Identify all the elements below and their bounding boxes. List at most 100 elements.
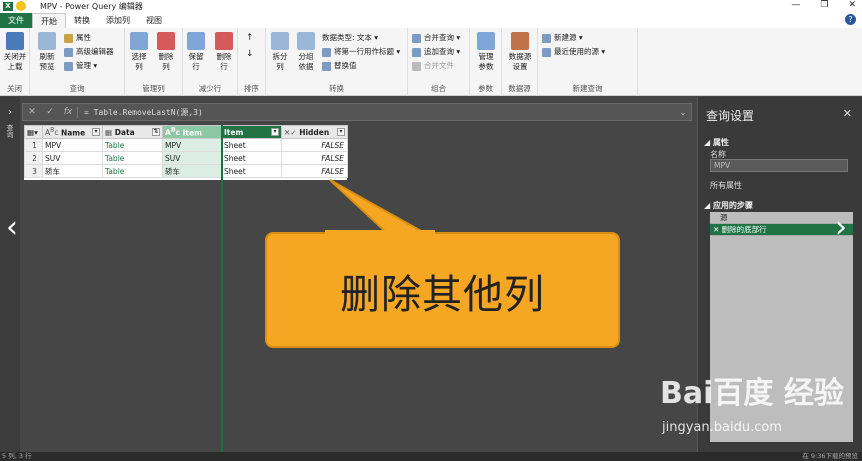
applied-steps-section[interactable]: ◢ 应用的步骤 xyxy=(704,200,753,211)
close-and-load-button[interactable]: 关闭并 上载 xyxy=(0,32,30,72)
cell-name[interactable]: MPV xyxy=(42,138,103,152)
cell-kind[interactable]: Sheet xyxy=(221,164,282,178)
close-pane-icon[interactable]: ✕ xyxy=(843,107,852,120)
cancel-formula-button[interactable]: ✕ xyxy=(23,107,41,117)
minimize-button[interactable]: — xyxy=(791,0,800,10)
use-first-row-button[interactable]: 将第一行用作标题 ▾ xyxy=(322,46,400,58)
group-label-transform: 转换 xyxy=(329,84,344,93)
restore-button[interactable]: ❐ xyxy=(820,0,828,10)
close-button[interactable]: ✕ xyxy=(848,0,856,10)
tab-transform[interactable]: 转换 xyxy=(66,13,98,28)
choose-columns-button[interactable]: 选择 列 xyxy=(124,32,154,72)
sort-ascending-icon[interactable]: ↑ xyxy=(246,32,254,44)
sort-descending-icon[interactable]: ↓ xyxy=(246,48,254,60)
recent-sources-button[interactable]: 最近使用的源 ▾ xyxy=(542,46,605,58)
expand-column-icon[interactable]: ⇅ xyxy=(152,128,160,136)
expand-arrow-icon[interactable]: › xyxy=(0,107,20,118)
table-row[interactable]: 2 SUV Table SUV Sheet FALSE xyxy=(24,151,348,165)
formula-input[interactable]: = Table.RemoveLastN(源,3) xyxy=(77,106,675,118)
smiley-icon[interactable] xyxy=(16,1,26,11)
merge-icon xyxy=(412,33,421,43)
group-label-params: 参数 xyxy=(478,84,493,93)
tab-add-column[interactable]: 添加列 xyxy=(98,13,138,28)
cell-kind[interactable]: Sheet xyxy=(221,151,282,165)
remove-columns-icon xyxy=(157,32,175,50)
table-row[interactable]: 1 MPV Table MPV Sheet FALSE xyxy=(24,138,348,152)
filter-dropdown-icon[interactable]: ▾ xyxy=(271,128,279,136)
cell-name[interactable]: SUV xyxy=(42,151,103,165)
advanced-editor-icon xyxy=(64,47,73,57)
row-number[interactable]: 1 xyxy=(24,138,43,152)
step-label: 删除的底部行 xyxy=(721,225,767,234)
confirm-formula-button[interactable]: ✓ xyxy=(41,107,59,117)
append-queries-button[interactable]: 追加查询 ▾ xyxy=(412,46,460,58)
datasource-settings-button[interactable]: 数据源 设置 xyxy=(505,32,535,72)
column-header-hidden[interactable]: ✕✓ Hidden ▾ xyxy=(281,125,348,139)
delete-step-icon[interactable]: ✕ xyxy=(713,225,722,234)
callout-tail-joint xyxy=(325,230,435,240)
cell-data-table-link[interactable]: Table xyxy=(102,164,163,178)
keep-rows-button[interactable]: 保留 行 xyxy=(181,32,211,72)
manage-params-button[interactable]: 管理 参数 xyxy=(471,32,501,72)
group-close: 关闭并 上载 关闭 xyxy=(0,28,30,96)
remove-columns-button[interactable]: 删除 列 xyxy=(151,32,181,72)
refresh-icon xyxy=(38,32,56,50)
row-number[interactable]: 2 xyxy=(24,151,43,165)
replace-values-button[interactable]: 替换值 xyxy=(322,60,357,72)
fx-icon[interactable]: fx xyxy=(59,107,77,117)
group-combine: 合并查询 ▾ 追加查询 ▾ 合并文件 组合 xyxy=(408,28,470,96)
query-name-input[interactable]: MPV xyxy=(710,159,848,172)
queries-pane-collapsed[interactable]: › 查询 xyxy=(0,97,20,452)
tab-home[interactable]: 开始 xyxy=(32,13,66,28)
help-icon[interactable]: ? xyxy=(845,14,856,25)
refresh-preview-button[interactable]: 刷新 预览 xyxy=(32,32,62,72)
properties-button[interactable]: 属性 xyxy=(64,32,91,44)
cell-hidden[interactable]: FALSE xyxy=(281,138,348,152)
remove-rows-button[interactable]: 删除 行 xyxy=(209,32,239,72)
prev-arrow-icon[interactable]: ‹ xyxy=(6,210,18,245)
step-removed-bottom-rows[interactable]: ✕ 删除的底部行 xyxy=(710,224,853,236)
watermark-url: jingyan.baidu.com xyxy=(662,420,782,435)
cell-item[interactable]: MPV xyxy=(162,138,222,152)
chevron-down-icon[interactable]: ⌄ xyxy=(675,108,691,117)
tab-file[interactable]: 文件 xyxy=(0,13,32,28)
cell-item[interactable]: 轿车 xyxy=(162,164,222,178)
column-header-kind[interactable]: Item ▾ xyxy=(221,125,282,139)
group-reduce-rows: 保留 行 删除 行 减少行 xyxy=(183,28,238,96)
group-label-manage-columns: 管理列 xyxy=(142,84,165,93)
next-arrow-icon[interactable]: › xyxy=(835,210,847,245)
group-manage-columns: 选择 列 删除 列 管理列 xyxy=(125,28,183,96)
data-type-dropdown[interactable]: 数据类型: 文本 ▾ xyxy=(322,32,378,44)
cell-data-table-link[interactable]: Table xyxy=(102,138,163,152)
group-by-button[interactable]: 分组 依据 xyxy=(291,32,321,72)
combine-files-icon xyxy=(412,61,421,71)
filter-dropdown-icon[interactable]: ▾ xyxy=(337,128,345,136)
cell-data-table-link[interactable]: Table xyxy=(102,151,163,165)
title-bar: X MPV - Power Query 编辑器 — ❐ ✕ xyxy=(0,0,862,12)
tab-view[interactable]: 视图 xyxy=(138,13,170,28)
step-source[interactable]: 源 xyxy=(710,212,853,224)
manage-label: 管理 xyxy=(76,61,91,70)
row-number[interactable]: 3 xyxy=(24,164,43,178)
cell-name[interactable]: 轿车 xyxy=(42,164,103,178)
manage-button[interactable]: 管理 ▾ xyxy=(64,60,97,72)
all-properties-link[interactable]: 所有属性 xyxy=(710,180,742,191)
cell-item[interactable]: SUV xyxy=(162,151,222,165)
merge-queries-button[interactable]: 合并查询 ▾ xyxy=(412,32,460,44)
column-header-data[interactable]: ▦ Data ⇅ xyxy=(102,125,163,139)
recent-sources-label: 最近使用的源 xyxy=(554,47,599,56)
advanced-editor-button[interactable]: 高级编辑器 xyxy=(64,46,114,58)
properties-section[interactable]: ◢ 属性 xyxy=(704,137,729,148)
cell-hidden[interactable]: FALSE xyxy=(281,151,348,165)
table-corner-icon[interactable]: ▦▾ xyxy=(24,125,43,139)
new-source-button[interactable]: 新建源 ▾ xyxy=(542,32,583,44)
column-header-name[interactable]: ABc Name ▾ xyxy=(42,125,103,139)
append-icon xyxy=(412,47,421,57)
excel-icon: X xyxy=(3,1,13,11)
combine-files-button[interactable]: 合并文件 xyxy=(412,60,454,72)
cell-hidden[interactable]: FALSE xyxy=(281,164,348,178)
cell-kind[interactable]: Sheet xyxy=(221,138,282,152)
filter-dropdown-icon[interactable]: ▾ xyxy=(92,128,100,136)
column-header-item[interactable]: ABc Item xyxy=(162,125,222,139)
table-row[interactable]: 3 轿车 Table 轿车 Sheet FALSE xyxy=(24,164,348,178)
